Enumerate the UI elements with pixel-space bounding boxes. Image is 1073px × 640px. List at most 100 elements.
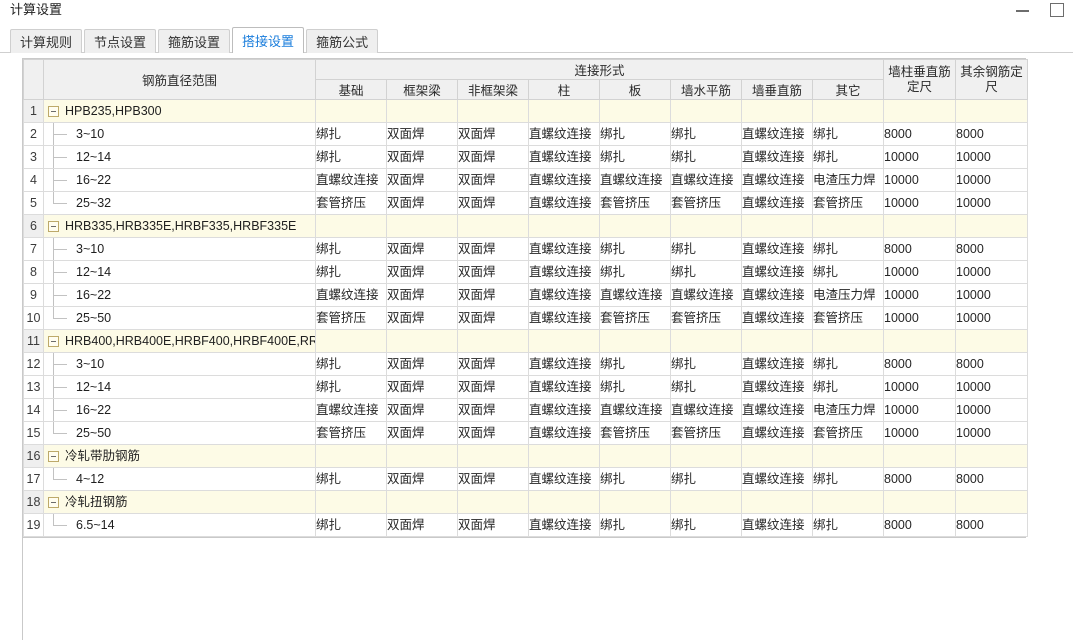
table-row[interactable]: 13 12~14 绑扎 双面焊 双面焊 直螺纹连接 绑扎 绑扎 直螺纹连接 绑扎 10000 1000… [23, 375, 1029, 399]
row-value-cell[interactable]: 直螺纹连接 [528, 191, 600, 215]
row-value-cell[interactable]: 直螺纹连接 [599, 398, 671, 422]
row-value-cell[interactable]: 绑扎 [670, 467, 742, 491]
row-value-cell[interactable]: 绑扎 [811, 375, 885, 399]
row-value-cell[interactable]: 直螺纹连接 [528, 513, 600, 537]
row-value-cell[interactable]: 直螺纹连接 [741, 168, 813, 192]
row-value-cell[interactable]: 绑扎 [315, 513, 387, 537]
row-value-cell[interactable] [670, 99, 742, 123]
row-value-cell[interactable] [883, 444, 957, 468]
row-diameter-range-cell[interactable]: 3~10 [43, 122, 316, 146]
table-row[interactable]: 8 12~14 绑扎 双面焊 双面焊 直螺纹连接 绑扎 绑扎 直螺纹连接 绑扎 10000 10000 [23, 260, 1029, 284]
row-value-cell[interactable] [599, 490, 671, 514]
row-value-cell[interactable]: 绑扎 [599, 375, 671, 399]
row-value-cell[interactable]: 套管挤压 [315, 306, 387, 330]
row-value-cell[interactable]: 套管挤压 [599, 306, 671, 330]
row-diameter-range-cell[interactable]: 25~32 [43, 191, 316, 215]
table-row[interactable]: 11 HRB400,HRB400E,HRBF400,HRBF400E,RR... [23, 329, 1029, 353]
row-value-cell[interactable]: 10000 [955, 191, 1029, 215]
row-value-cell[interactable] [386, 99, 458, 123]
row-value-cell[interactable] [670, 329, 742, 353]
row-value-cell[interactable] [599, 99, 671, 123]
row-value-cell[interactable]: 10000 [955, 306, 1029, 330]
row-value-cell[interactable]: 套管挤压 [315, 191, 387, 215]
row-value-cell[interactable]: 10000 [883, 306, 957, 330]
row-value-cell[interactable]: 直螺纹连接 [528, 145, 600, 169]
row-value-cell[interactable]: 绑扎 [670, 513, 742, 537]
row-value-cell[interactable] [528, 99, 600, 123]
row-value-cell[interactable]: 8000 [955, 352, 1029, 376]
row-value-cell[interactable]: 双面焊 [457, 421, 529, 445]
row-value-cell[interactable]: 直螺纹连接 [741, 283, 813, 307]
row-value-cell[interactable]: 10000 [955, 168, 1029, 192]
collapse-minus-icon[interactable] [48, 335, 59, 347]
row-value-cell[interactable] [955, 329, 1029, 353]
row-diameter-range-cell[interactable]: 6.5~14 [43, 513, 316, 537]
row-value-cell[interactable]: 直螺纹连接 [315, 283, 387, 307]
tab-2[interactable]: 箍筋设置 [158, 29, 231, 53]
row-value-cell[interactable]: 直螺纹连接 [528, 467, 600, 491]
minimize-icon[interactable] [1015, 3, 1031, 19]
row-value-cell[interactable] [599, 214, 671, 238]
row-value-cell[interactable]: 直螺纹连接 [599, 283, 671, 307]
row-value-cell[interactable] [386, 329, 458, 353]
row-value-cell[interactable]: 双面焊 [457, 145, 529, 169]
row-value-cell[interactable]: 绑扎 [811, 260, 885, 284]
collapse-minus-icon[interactable] [48, 105, 59, 117]
row-value-cell[interactable]: 8000 [955, 513, 1029, 537]
row-value-cell[interactable]: 8000 [883, 237, 957, 261]
row-value-cell[interactable]: 双面焊 [457, 283, 529, 307]
row-value-cell[interactable] [315, 329, 387, 353]
row-value-cell[interactable]: 套管挤压 [811, 306, 885, 330]
row-value-cell[interactable] [883, 214, 957, 238]
row-value-cell[interactable] [670, 490, 742, 514]
row-value-cell[interactable]: 直螺纹连接 [528, 352, 600, 376]
table-row[interactable]: 17 4~12 绑扎 双面焊 双面焊 直螺纹连接 绑扎 绑扎 直螺纹连接 绑扎 8000 8000 [23, 467, 1029, 491]
row-diameter-range-cell[interactable]: 16~22 [43, 398, 316, 422]
row-value-cell[interactable]: 8000 [883, 352, 957, 376]
row-value-cell[interactable]: 绑扎 [599, 260, 671, 284]
row-value-cell[interactable]: 双面焊 [457, 398, 529, 422]
table-row[interactable]: 9 16~22 直螺纹连接 双面焊 双面焊 直螺纹连接 直螺纹连接 直螺纹连接 直螺纹连接 电渣压… [23, 283, 1029, 307]
row-value-cell[interactable]: 10000 [883, 283, 957, 307]
row-value-cell[interactable]: 直螺纹连接 [528, 421, 600, 445]
row-value-cell[interactable]: 双面焊 [386, 467, 458, 491]
row-value-cell[interactable] [811, 490, 885, 514]
row-value-cell[interactable]: 8000 [883, 122, 957, 146]
row-value-cell[interactable]: 套管挤压 [811, 191, 885, 215]
row-value-cell[interactable]: 电渣压力焊 [811, 168, 885, 192]
row-value-cell[interactable]: 直螺纹连接 [528, 283, 600, 307]
row-value-cell[interactable] [528, 444, 600, 468]
tab-3[interactable]: 搭接设置 [232, 27, 305, 53]
row-value-cell[interactable] [457, 214, 529, 238]
row-value-cell[interactable]: 8000 [955, 237, 1029, 261]
row-value-cell[interactable]: 10000 [955, 398, 1029, 422]
row-value-cell[interactable]: 直螺纹连接 [528, 260, 600, 284]
row-value-cell[interactable]: 电渣压力焊 [811, 283, 885, 307]
collapse-minus-icon[interactable] [48, 496, 59, 508]
row-value-cell[interactable] [457, 444, 529, 468]
row-value-cell[interactable]: 绑扎 [811, 513, 885, 537]
collapse-minus-icon[interactable] [48, 220, 59, 232]
table-row[interactable]: 2 3~10 绑扎 双面焊 双面焊 直螺纹连接 绑扎 绑扎 直螺纹连接 绑扎 8000 8000 [23, 122, 1029, 146]
row-value-cell[interactable]: 直螺纹连接 [528, 306, 600, 330]
table-row[interactable]: 4 16~22 直螺纹连接 双面焊 双面焊 直螺纹连接 直螺纹连接 直螺纹连接 直螺纹连接 电渣压… [23, 168, 1029, 192]
tab-4[interactable]: 箍筋公式 [306, 29, 379, 53]
row-value-cell[interactable]: 绑扎 [811, 237, 885, 261]
row-value-cell[interactable] [528, 490, 600, 514]
row-diameter-range-cell[interactable]: 16~22 [43, 168, 316, 192]
row-value-cell[interactable]: 双面焊 [386, 260, 458, 284]
row-value-cell[interactable]: 绑扎 [599, 352, 671, 376]
row-value-cell[interactable] [457, 490, 529, 514]
row-diameter-range-cell[interactable]: 3~10 [43, 237, 316, 261]
row-value-cell[interactable]: 10000 [883, 260, 957, 284]
row-value-cell[interactable]: 绑扎 [315, 260, 387, 284]
row-value-cell[interactable]: 双面焊 [457, 260, 529, 284]
row-value-cell[interactable]: 套管挤压 [670, 306, 742, 330]
row-value-cell[interactable]: 双面焊 [386, 145, 458, 169]
row-value-cell[interactable] [386, 490, 458, 514]
row-value-cell[interactable]: 直螺纹连接 [741, 145, 813, 169]
row-value-cell[interactable]: 直螺纹连接 [315, 168, 387, 192]
row-value-cell[interactable]: 直螺纹连接 [741, 467, 813, 491]
row-value-cell[interactable]: 双面焊 [457, 306, 529, 330]
row-diameter-range-cell[interactable]: 4~12 [43, 467, 316, 491]
